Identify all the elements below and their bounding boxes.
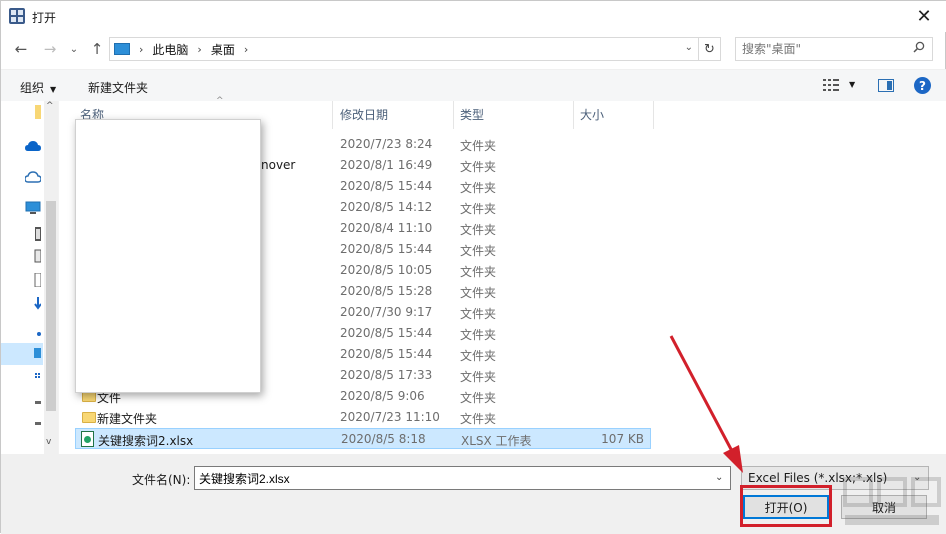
row-date: 2020/8/5 15:44	[340, 242, 433, 256]
quick-access-folder-icon[interactable]	[35, 105, 41, 119]
documents-icon[interactable]	[25, 273, 41, 287]
app-grid-icon	[9, 8, 25, 24]
folder-icon	[82, 412, 96, 423]
truncated-name-text: nover	[261, 158, 296, 172]
view-caret-down-icon[interactable]: ▼	[849, 80, 855, 89]
search-input[interactable]	[735, 37, 933, 61]
up-arrow-icon[interactable]: ↑	[86, 38, 108, 60]
column-header-type[interactable]: 类型	[454, 101, 574, 129]
window-title: 打开	[32, 11, 57, 25]
row-date: 2020/7/23 11:10	[340, 410, 440, 424]
row-type: 文件夹	[460, 370, 497, 384]
row-date: 2020/8/5 14:12	[340, 200, 433, 214]
annotation-arrow-icon	[669, 335, 743, 473]
windows-drive-icon[interactable]	[25, 371, 41, 385]
table-row[interactable]: 新建文件夹 2020/7/23 11:10 文件夹	[75, 407, 651, 428]
filename-label: 文件名(N):	[132, 473, 191, 487]
nav-pane-scroll-thumb[interactable]	[46, 201, 56, 411]
row-date: 2020/8/5 10:05	[340, 263, 433, 277]
row-type: 文件夹	[460, 223, 497, 237]
cloud-upload-icon[interactable]	[25, 170, 41, 184]
local-drive-icon[interactable]	[25, 396, 41, 410]
row-date: 2020/8/5 15:44	[340, 347, 433, 361]
chevron-right-icon: ›	[139, 42, 144, 56]
row-type: 文件夹	[460, 391, 497, 405]
row-type: 文件夹	[460, 412, 497, 426]
this-pc-monitor-icon[interactable]	[25, 201, 41, 215]
title-bar: 打开 ✕	[1, 1, 946, 32]
row-date: 2020/7/30 9:17	[340, 305, 433, 319]
back-arrow-icon[interactable]: ←	[10, 38, 32, 60]
scroll-down-chevron-icon[interactable]: v	[46, 437, 51, 447]
onedrive-cloud-icon[interactable]	[25, 139, 41, 153]
videos-filmstrip-icon[interactable]	[25, 227, 41, 241]
row-type: 文件夹	[460, 244, 497, 258]
annotation-highlight-box	[740, 485, 832, 527]
recent-locations-chevron-icon[interactable]: ⌄	[63, 38, 85, 60]
desktop-icon[interactable]	[25, 347, 41, 361]
row-type: 文件夹	[460, 202, 497, 216]
table-row-selected[interactable]: 关键搜索词2.xlsx 2020/8/5 8:18 XLSX 工作表 107 KB	[75, 428, 651, 449]
view-details-icon[interactable]	[823, 79, 839, 91]
command-toolbar: 组织 ▼ 新建文件夹 ▼ ?	[1, 69, 946, 101]
address-bar[interactable]: › 此电脑 › 桌面 › ⌄	[109, 37, 699, 61]
row-type: 文件夹	[460, 181, 497, 195]
row-type: 文件夹	[460, 160, 497, 174]
close-button[interactable]: ✕	[901, 1, 946, 32]
blank-tooltip-overlay	[75, 119, 261, 393]
watermark-logo-icon	[843, 477, 941, 525]
new-folder-button[interactable]: 新建文件夹	[88, 79, 148, 96]
row-type: 文件夹	[460, 265, 497, 279]
forward-arrow-icon[interactable]: →	[39, 38, 61, 60]
music-note-icon[interactable]	[25, 323, 41, 337]
row-type: XLSX 工作表	[461, 434, 532, 448]
scroll-up-chevron-icon[interactable]: ^	[46, 101, 54, 111]
refresh-icon[interactable]: ↻	[699, 37, 721, 61]
address-dropdown-chevron-icon[interactable]: ⌄	[685, 42, 693, 53]
help-icon[interactable]: ?	[914, 77, 931, 94]
row-type: 文件夹	[460, 307, 497, 321]
row-date: 2020/8/5 17:33	[340, 368, 433, 382]
row-type: 文件夹	[460, 286, 497, 300]
organize-label: 组织	[20, 81, 45, 95]
row-name: 新建文件夹	[97, 412, 158, 426]
local-drive-icon[interactable]	[25, 417, 41, 431]
chevron-right-icon: ›	[243, 42, 249, 56]
row-type: 文件夹	[460, 139, 497, 153]
computer-icon	[114, 43, 130, 55]
row-date: 2020/8/5 8:18	[341, 432, 426, 446]
row-size: 107 KB	[601, 432, 644, 446]
sort-ascending-chevron-icon: ^	[216, 96, 224, 106]
chevron-right-icon: ›	[197, 42, 202, 56]
pictures-icon[interactable]	[25, 249, 41, 263]
row-name: 关键搜索词2.xlsx	[98, 434, 194, 448]
row-date: 2020/8/5 15:28	[340, 284, 433, 298]
caret-down-icon: ▼	[50, 85, 57, 94]
downloads-arrow-icon[interactable]	[25, 297, 41, 311]
column-header-size[interactable]: 大小	[574, 101, 654, 129]
row-date: 2020/8/5 9:06	[340, 389, 425, 403]
organize-button[interactable]: 组织 ▼	[20, 79, 56, 96]
row-date: 2020/8/5 15:44	[340, 179, 433, 193]
row-date: 2020/8/1 16:49	[340, 158, 433, 172]
preview-pane-icon[interactable]	[878, 79, 894, 92]
excel-file-icon	[81, 431, 94, 447]
column-header-date[interactable]: 修改日期	[334, 101, 454, 129]
search-icon	[913, 41, 925, 53]
row-date: 2020/7/23 8:24	[340, 137, 433, 151]
row-type: 文件夹	[460, 328, 497, 342]
row-type: 文件夹	[460, 349, 497, 363]
row-date: 2020/8/5 15:44	[340, 326, 433, 340]
navigation-bar: ← → ⌄ ↑ › 此电脑 › 桌面 › ⌄ ↻	[1, 34, 946, 64]
open-file-dialog: 打开 ✕ ← → ⌄ ↑ › 此电脑 › 桌面 › ⌄ ↻ 组织 ▼ 新建文件夹	[0, 0, 946, 534]
row-date: 2020/8/4 11:10	[340, 221, 433, 235]
breadcrumb-desktop[interactable]: 桌面	[211, 41, 235, 58]
breadcrumb-this-pc[interactable]: 此电脑	[152, 41, 188, 58]
